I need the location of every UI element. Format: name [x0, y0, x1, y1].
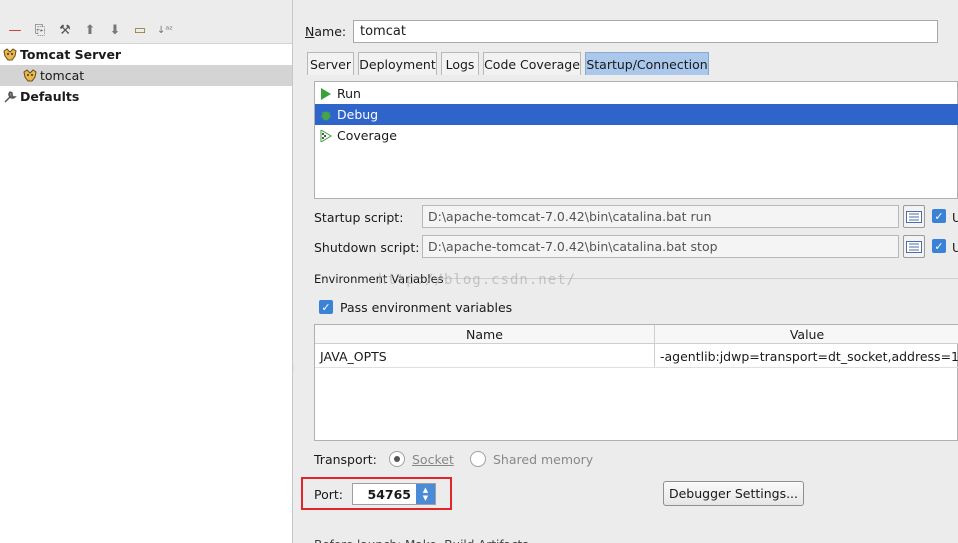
- pass-env-checkbox[interactable]: ✓: [319, 300, 333, 314]
- tree-item-defaults[interactable]: Defaults: [2, 86, 292, 107]
- startup-use-default-checkbox[interactable]: ✓: [932, 209, 946, 223]
- port-label: Port:: [314, 487, 343, 502]
- tree-item-tomcat-server[interactable]: Tomcat Server: [2, 44, 292, 65]
- run-config-form: Name: tomcat Server Deployment Logs Code…: [294, 0, 958, 543]
- tree-item-tomcat[interactable]: tomcat: [0, 65, 292, 86]
- transport-label: Transport:: [314, 452, 377, 467]
- name-input[interactable]: tomcat: [353, 20, 938, 43]
- column-header-name[interactable]: Name: [315, 325, 654, 344]
- debugger-settings-button[interactable]: Debugger Settings...: [663, 481, 804, 506]
- run-icon: [319, 87, 333, 101]
- startup-script-browse-button[interactable]: [903, 205, 925, 228]
- tab-startup-connection[interactable]: Startup/Connection: [585, 52, 709, 75]
- folder-icon[interactable]: ▭: [130, 20, 150, 40]
- tree-item-label: Tomcat Server: [20, 47, 122, 62]
- before-launch-label: Before launch: Make, Build Artifacts: [314, 538, 529, 543]
- tab-deployment[interactable]: Deployment: [358, 52, 437, 75]
- debug-icon: [319, 108, 333, 122]
- spinner-up-icon[interactable]: ▲: [423, 486, 428, 494]
- env-row-value[interactable]: -agentlib:jdwp=transport=dt_socket,addre…: [655, 345, 958, 367]
- wrench-icon: [2, 89, 18, 105]
- tree-toolbar: — ⎘ ⚒ ⬆ ⬇ ▭ ↓ᵃᶻ: [0, 0, 292, 44]
- tree-item-label: tomcat: [40, 68, 85, 83]
- run-mode-debug[interactable]: Debug: [315, 104, 958, 125]
- pass-env-label: Pass environment variables: [340, 300, 513, 315]
- startup-script-field[interactable]: D:\apache-tomcat-7.0.42\bin\catalina.bat…: [422, 205, 899, 228]
- wrench-icon[interactable]: ⚒: [55, 20, 75, 40]
- env-row-name[interactable]: JAVA_OPTS: [315, 345, 654, 367]
- list-edit-icon: [906, 240, 922, 253]
- tomcat-icon: [2, 47, 18, 63]
- shutdown-script-browse-button[interactable]: [903, 235, 925, 258]
- coverage-icon: [319, 129, 333, 143]
- startup-script-label: Startup script:: [314, 210, 404, 225]
- arrow-down-icon[interactable]: ⬇: [105, 20, 125, 40]
- run-mode-list: Run Debug Coverage: [314, 81, 958, 199]
- list-edit-icon: [906, 210, 922, 223]
- transport-socket-label: Socket: [412, 452, 454, 467]
- sort-az-icon[interactable]: ↓ᵃᶻ: [155, 20, 175, 40]
- env-variables-table: Name Value JAVA_OPTS -agentlib:jdwp=tran…: [314, 324, 958, 441]
- transport-shared-memory-radio[interactable]: [470, 451, 486, 467]
- transport-shared-memory-label: Shared memory: [493, 452, 594, 467]
- tab-server[interactable]: Server: [307, 52, 354, 75]
- shutdown-script-label: Shutdown script:: [314, 240, 420, 255]
- name-label: Name:: [305, 24, 347, 39]
- shutdown-use-default-checkbox[interactable]: ✓: [932, 239, 946, 253]
- arrow-up-icon[interactable]: ⬆: [80, 20, 100, 40]
- watermark: http://blog.csdn.net/: [378, 272, 577, 288]
- transport-socket-radio[interactable]: [389, 451, 405, 467]
- column-header-value[interactable]: Value: [655, 325, 958, 344]
- shutdown-use-default-label: U: [952, 240, 958, 255]
- tab-logs[interactable]: Logs: [441, 52, 479, 75]
- copy-icon[interactable]: ⎘: [30, 20, 50, 40]
- startup-use-default-label: U: [952, 210, 958, 225]
- minus-icon[interactable]: —: [5, 20, 25, 40]
- shutdown-script-field[interactable]: D:\apache-tomcat-7.0.42\bin\catalina.bat…: [422, 235, 899, 258]
- run-mode-run[interactable]: Run: [315, 83, 958, 104]
- run-mode-coverage[interactable]: Coverage: [315, 125, 958, 146]
- row-divider: [315, 367, 958, 368]
- tab-code-coverage[interactable]: Code Coverage: [483, 52, 581, 75]
- tree-item-label: Defaults: [20, 89, 80, 104]
- spinner-down-icon[interactable]: ▼: [423, 494, 428, 502]
- run-config-tree-panel: — ⎘ ⚒ ⬆ ⬇ ▭ ↓ᵃᶻ Tomcat Server tomcat Def…: [0, 0, 293, 543]
- port-spinner[interactable]: ▲ ▼: [416, 484, 435, 504]
- tomcat-icon: [22, 68, 38, 84]
